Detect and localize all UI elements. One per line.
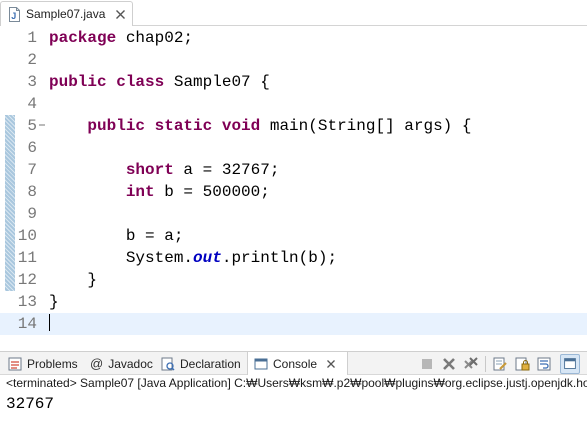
code-line[interactable]: 3 public class Sample07 { xyxy=(0,71,587,93)
line-number: 7 xyxy=(27,161,37,179)
line-number: 2 xyxy=(27,51,37,69)
code-line[interactable]: 10 b = a; xyxy=(0,225,587,247)
editor-tab-bar: J Sample07.java xyxy=(0,0,587,26)
keyword-token: class xyxy=(116,73,165,91)
code-token: b = a; xyxy=(49,227,184,245)
console-status-line: <terminated> Sample07 [Java Application]… xyxy=(6,376,587,390)
code-line[interactable]: 1 package chap02; xyxy=(0,27,587,49)
line-number: 8 xyxy=(27,183,37,201)
keyword-token: static xyxy=(154,117,213,135)
tab-problems-label: Problems xyxy=(27,356,78,371)
code-text: } xyxy=(49,269,97,291)
code-text: short a = 32767; xyxy=(49,159,280,181)
code-text xyxy=(49,313,50,335)
code-token: a = 32767; xyxy=(173,161,280,179)
line-number: 13 xyxy=(17,293,37,311)
tab-javadoc[interactable]: @ Javadoc xyxy=(90,352,153,375)
code-text: package chap02; xyxy=(49,27,193,49)
declaration-icon xyxy=(161,357,175,371)
remove-all-terminated-icon[interactable] xyxy=(463,356,479,372)
close-icon[interactable] xyxy=(326,359,336,369)
line-number: 12 xyxy=(17,271,37,289)
code-token: chap02; xyxy=(116,29,194,47)
line-number: 4 xyxy=(27,95,37,113)
line-number: 5 xyxy=(27,117,37,135)
tab-console[interactable]: Console xyxy=(247,352,349,375)
tab-javadoc-label: Javadoc xyxy=(108,356,153,371)
word-wrap-icon[interactable] xyxy=(536,356,552,372)
keyword-token: void xyxy=(221,117,261,135)
keyword-token: public xyxy=(49,73,107,91)
line-number: 6 xyxy=(27,139,37,157)
console-output[interactable]: 32767 xyxy=(6,395,54,413)
static-field-token: out xyxy=(193,249,222,267)
code-token: main(String[] args) { xyxy=(260,117,472,135)
tab-declaration-label: Declaration xyxy=(180,356,241,371)
editor-tab-sample07[interactable]: J Sample07.java xyxy=(0,1,133,26)
line-number: 9 xyxy=(27,205,37,223)
code-text: b = a; xyxy=(49,225,184,247)
pin-console-icon[interactable] xyxy=(560,354,580,374)
at-sign-icon: @ xyxy=(90,356,104,371)
line-number: 14 xyxy=(17,315,37,333)
close-icon[interactable] xyxy=(115,9,126,20)
code-token: Sample07 { xyxy=(164,73,270,91)
console-icon xyxy=(254,358,268,369)
code-line[interactable]: 12 } xyxy=(0,269,587,291)
code-line[interactable]: 14 xyxy=(0,313,587,335)
svg-text:J: J xyxy=(11,11,16,21)
keyword-token: public xyxy=(87,117,146,135)
line-number: 11 xyxy=(17,249,37,267)
code-text: } xyxy=(49,291,59,313)
scroll-lock-icon[interactable] xyxy=(514,356,530,372)
code-line[interactable]: 6 xyxy=(0,137,587,159)
code-text: public class Sample07 { xyxy=(49,71,270,93)
text-caret xyxy=(49,314,50,331)
problems-icon xyxy=(8,357,22,370)
code-token: .println(b); xyxy=(221,249,338,267)
editor-tab-label: Sample07.java xyxy=(26,7,106,21)
tab-declaration[interactable]: Declaration xyxy=(161,352,241,375)
code-editor[interactable]: 1 package chap02; 2 3 public class Sample07 … xyxy=(0,27,587,369)
line-number: 3 xyxy=(27,73,37,91)
code-token: b = 500000; xyxy=(154,183,270,201)
line-number: 1 xyxy=(27,29,37,47)
code-token: System. xyxy=(49,249,194,267)
code-line[interactable]: 2 xyxy=(0,49,587,71)
fold-collapse-icon[interactable] xyxy=(37,120,47,130)
view-tab-bar: Problems @ Javadoc Declaration Console xyxy=(0,351,587,375)
code-line[interactable]: 13} xyxy=(0,291,587,313)
java-file-icon: J xyxy=(9,6,20,22)
code-line[interactable]: 9 xyxy=(0,203,587,225)
code-text: public static void main(String[] args) { xyxy=(49,115,471,137)
code-line[interactable]: 4 xyxy=(0,93,587,115)
keyword-token: package xyxy=(49,29,117,47)
clear-console-icon[interactable] xyxy=(492,356,508,372)
keyword-token: int xyxy=(125,183,155,201)
code-line[interactable]: 11 System.out.println(b); xyxy=(0,247,587,269)
tab-console-label: Console xyxy=(273,356,318,371)
toolbar-separator xyxy=(485,356,486,372)
code-token: } xyxy=(49,271,98,289)
remove-launch-icon[interactable] xyxy=(441,356,457,372)
terminate-icon[interactable] xyxy=(419,356,435,372)
keyword-token: short xyxy=(125,161,174,179)
code-line[interactable]: 7 short a = 32767; xyxy=(0,159,587,181)
code-line[interactable]: 8 int b = 500000; xyxy=(0,181,587,203)
tab-problems[interactable]: Problems xyxy=(8,352,78,375)
line-number: 10 xyxy=(17,227,37,245)
code-token: } xyxy=(49,293,59,311)
code-text: int b = 500000; xyxy=(49,181,270,203)
code-line[interactable]: 5 public static void main(String[] args)… xyxy=(0,115,587,137)
code-text: System.out.println(b); xyxy=(49,247,337,269)
